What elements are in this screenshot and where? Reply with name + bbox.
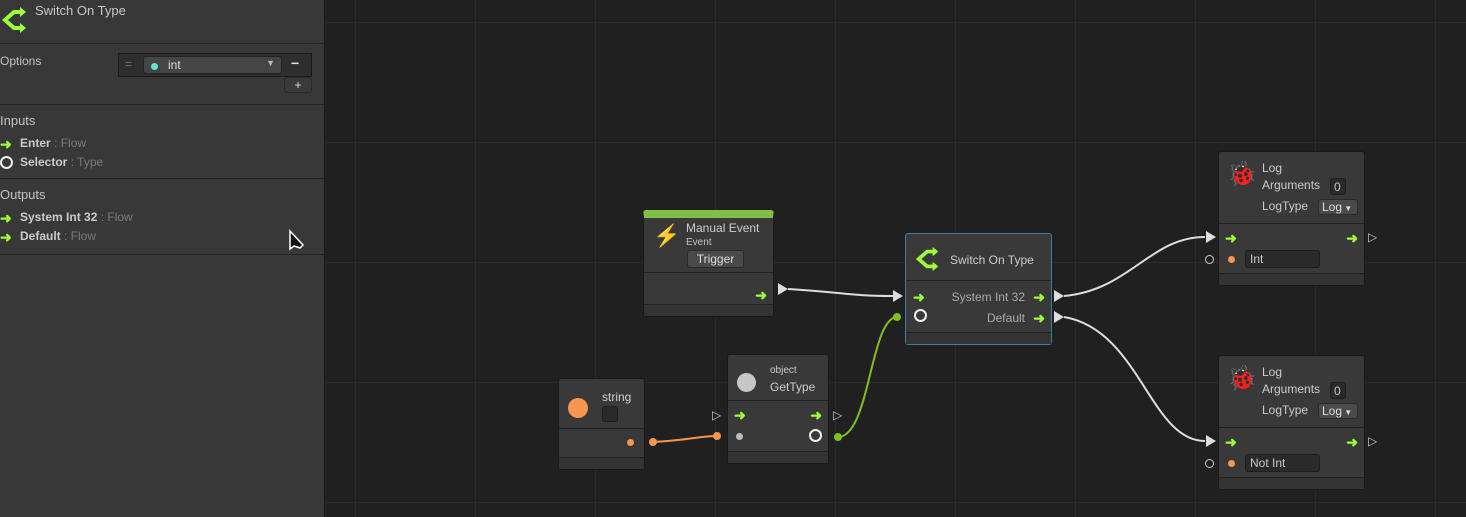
arguments-label: Arguments [1262,178,1321,192]
message-port-icon [1228,256,1235,263]
log-node-not-int[interactable]: 🐞 Log Arguments 0 LogType Log ▼ ➜ ➜ Not … [1218,355,1365,490]
flow-in-icon: ➜ [1225,230,1237,246]
gettype-node[interactable]: object GetType ➜ ➜ [727,354,829,464]
object-icon [737,373,756,392]
output-label: System Int 32 [951,290,1025,304]
flow-out-icon: ➜ [1033,310,1045,326]
flow-edge [1063,236,1206,297]
message-input[interactable]: Int [1245,250,1320,268]
string-port [649,438,657,446]
flow-out-port[interactable]: ▷ [833,409,842,421]
flow-out-port[interactable]: ▷ [1368,435,1377,447]
flow-out-icon: ➜ [1346,434,1358,450]
node-title: Switch On Type [950,253,1034,267]
message-in-port[interactable] [1205,459,1214,468]
message-input[interactable]: Not Int [1245,454,1320,472]
node-subtitle: Event [686,237,712,248]
logtype-label: LogType [1262,199,1309,213]
string-edge [652,435,718,443]
manual-event-node[interactable]: ⚡ Manual Event Event Trigger ➜ [643,210,774,317]
logtype-value: Log [1322,200,1343,214]
arguments-label: Arguments [1262,382,1321,396]
flow-out-port[interactable]: ▷ [1368,231,1377,243]
lightning-icon: ⚡ [653,223,681,248]
flow-in-port[interactable] [1206,435,1216,447]
message-in-port[interactable] [1205,255,1214,264]
ladybug-icon: 🐞 [1227,365,1257,392]
trigger-button[interactable]: Trigger [687,250,744,268]
node-title: Log [1262,365,1283,379]
switch-icon [915,246,939,272]
flow-in-port[interactable] [893,290,903,302]
flow-out-icon: ➜ [1346,230,1358,246]
string-icon [568,398,588,418]
type-port [893,313,901,321]
logtype-value: Log [1322,404,1343,418]
flow-out-port[interactable] [778,283,788,295]
flow-in-icon: ➜ [913,289,925,305]
arguments-input[interactable]: 0 [1330,382,1346,399]
log-node-int[interactable]: 🐞 Log Arguments 0 LogType Log ▼ ➜ ➜ Int [1218,151,1365,286]
flow-edge [787,288,894,297]
flow-out-icon: ➜ [755,287,767,303]
type-edge [837,316,898,438]
logtype-dropdown[interactable]: Log ▼ [1318,403,1358,419]
output-label: Default [986,311,1025,325]
flow-out-icon: ➜ [810,407,822,423]
string-port [713,432,721,440]
type-port [834,433,842,441]
string-out-port[interactable] [627,439,634,446]
flow-out-port[interactable] [1054,311,1064,323]
flow-in-port[interactable] [1206,231,1216,243]
flow-edge [1063,316,1206,442]
node-title: string [602,390,632,404]
arguments-input[interactable]: 0 [1330,178,1346,195]
node-subtitle: object [770,365,797,376]
ladybug-icon: 🐞 [1227,161,1257,188]
node-title: GetType [770,380,816,394]
node-title: Manual Event [686,221,760,235]
string-literal-node[interactable]: string [558,378,645,470]
switch-on-type-node[interactable]: Switch On Type ➜ System Int 32 ➜ Default… [905,233,1052,345]
message-port-icon [1228,460,1235,467]
type-out-port-icon [809,429,822,442]
flow-out-icon: ➜ [1033,289,1045,305]
logtype-dropdown[interactable]: Log ▼ [1318,199,1358,215]
target-port-icon [736,433,743,440]
flow-in-icon: ➜ [1225,434,1237,450]
mouse-cursor-icon [289,229,305,251]
node-title: Log [1262,161,1283,175]
selector-port-icon [914,309,927,322]
flow-in-icon: ➜ [734,407,746,423]
flow-out-port[interactable] [1054,290,1064,302]
logtype-label: LogType [1262,403,1309,417]
string-input[interactable] [602,406,618,422]
flow-in-port[interactable]: ▷ [712,409,721,421]
